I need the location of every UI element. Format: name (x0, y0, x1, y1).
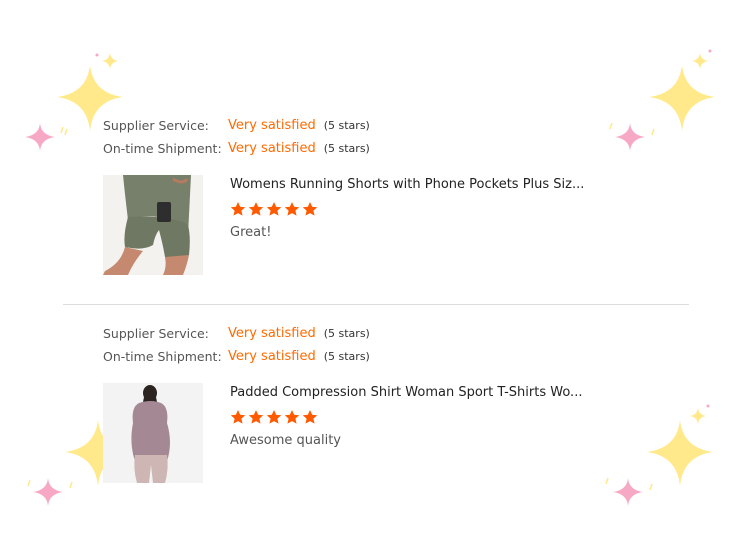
star-icon (302, 202, 318, 216)
on-time-shipment-row: On-time Shipment: Very satisfied (5 star… (103, 137, 703, 160)
on-time-shipment-value: Very satisfied (228, 349, 316, 364)
review-divider (63, 304, 689, 305)
star-icon (230, 202, 246, 216)
on-time-shipment-label: On-time Shipment: (103, 141, 222, 156)
star-icon (266, 202, 282, 216)
supplier-service-row: Supplier Service: Very satisfied (5 star… (103, 322, 703, 345)
product-title[interactable]: Womens Running Shorts with Phone Pockets… (230, 177, 584, 192)
supplier-service-label: Supplier Service: (103, 118, 209, 133)
star-icon (230, 410, 246, 424)
rating-stars (230, 201, 584, 217)
supplier-service-label: Supplier Service: (103, 326, 209, 341)
product-thumbnail[interactable] (103, 175, 203, 275)
product-info: Womens Running Shorts with Phone Pockets… (230, 175, 584, 275)
star-icon (302, 410, 318, 424)
star-icon (284, 410, 300, 424)
product-item[interactable]: Padded Compression Shirt Woman Sport T-S… (103, 383, 582, 483)
star-icon (266, 410, 282, 424)
on-time-shipment-row: On-time Shipment: Very satisfied (5 star… (103, 345, 703, 368)
sparkle-decoration-bottom-right (605, 404, 713, 506)
on-time-shipment-value: Very satisfied (228, 141, 316, 156)
product-info: Padded Compression Shirt Woman Sport T-S… (230, 383, 582, 483)
on-time-shipment-stars: (5 stars) (323, 142, 370, 155)
review-card: Supplier Service: Very satisfied (5 star… (103, 322, 703, 483)
star-icon (248, 202, 264, 216)
supplier-service-value: Very satisfied (228, 118, 316, 133)
supplier-service-value: Very satisfied (228, 326, 316, 341)
product-title[interactable]: Padded Compression Shirt Woman Sport T-S… (230, 385, 582, 400)
on-time-shipment-stars: (5 stars) (323, 350, 370, 363)
review-comment: Great! (230, 225, 272, 240)
supplier-service-row: Supplier Service: Very satisfied (5 star… (103, 114, 703, 137)
product-thumbnail[interactable] (103, 383, 203, 483)
supplier-service-stars: (5 stars) (323, 327, 370, 340)
star-icon (284, 202, 300, 216)
review-card: Supplier Service: Very satisfied (5 star… (103, 114, 703, 275)
on-time-shipment-label: On-time Shipment: (103, 349, 222, 364)
product-item[interactable]: Womens Running Shorts with Phone Pockets… (103, 175, 584, 275)
review-comment: Awesome quality (230, 433, 341, 448)
star-icon (248, 410, 264, 424)
supplier-service-stars: (5 stars) (323, 119, 370, 132)
rating-stars (230, 409, 582, 425)
